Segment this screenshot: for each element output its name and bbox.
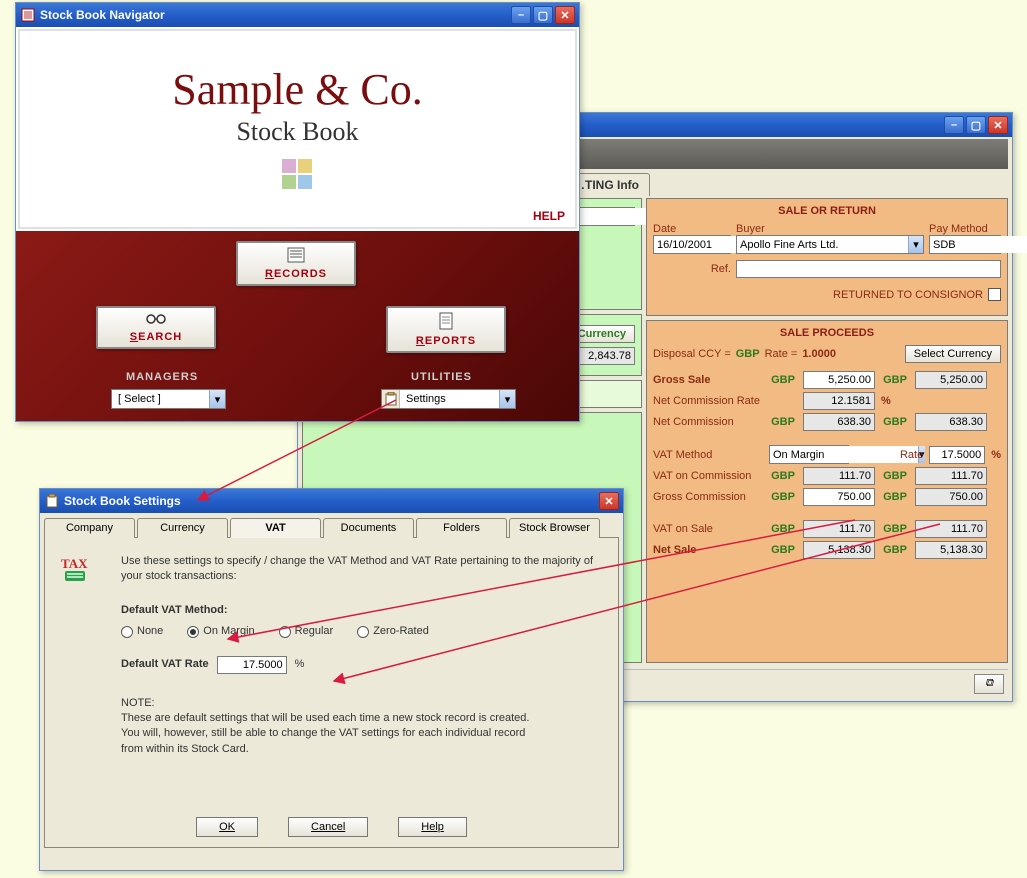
company-name: Sample & Co. — [172, 64, 423, 115]
chevron-down-icon: ▾ — [499, 390, 515, 408]
clipboard-icon — [44, 493, 60, 509]
managers-select[interactable]: [ Select ] ▾ — [111, 389, 226, 409]
note-head: NOTE: — [121, 696, 598, 711]
settings-titlebar: Stock Book Settings ✕ — [40, 489, 623, 513]
utilities-select[interactable]: Settings ▾ — [381, 389, 516, 409]
settings-window: Stock Book Settings ✕ CompanyCurrencyVAT… — [39, 488, 624, 871]
search-icon — [112, 312, 200, 329]
settings-tab-company[interactable]: Company — [44, 518, 135, 538]
puzzle-icon — [278, 155, 318, 195]
vat-method-combo[interactable]: ▾ — [769, 445, 849, 464]
nav-link-button[interactable]: ⧉ — [974, 674, 1004, 694]
search-label: SEARCH — [130, 331, 182, 343]
ref-input[interactable] — [736, 260, 1001, 278]
reports-label: REPORTS — [416, 335, 476, 347]
sale-or-return-panel: SALE OR RETURN Date ▾ Buyer ▾ Pay Method — [646, 198, 1008, 316]
proceeds-rate-label: Rate = — [765, 348, 798, 360]
utilities-selected: Settings — [400, 393, 499, 405]
proceeds-row: Gross CommissionGBPGBP — [653, 488, 1001, 506]
maximize-button[interactable]: ▢ — [533, 6, 553, 24]
search-button[interactable]: SEARCH — [96, 306, 216, 349]
banner-subtitle: Stock Book — [236, 117, 358, 147]
navigator-banner: Sample & Co. Stock Book HELP — [18, 29, 577, 229]
paymethod-label: Pay Method — [929, 223, 988, 235]
settings-tab-documents[interactable]: Documents — [323, 518, 414, 538]
buyer-label: Buyer — [736, 223, 765, 235]
vat-method-radio-zero-rated[interactable]: Zero-Rated — [357, 624, 429, 639]
vat-method-radios: None On Margin Regular Zero-Rated — [121, 624, 598, 639]
proceeds-row: Gross SaleGBPGBP — [653, 371, 1001, 389]
navigator-titlebar: Stock Book Navigator – ▢ ✕ — [16, 3, 579, 27]
settings-tabs: CompanyCurrencyVATDocumentsFoldersStock … — [44, 517, 619, 538]
proceeds-row: Net CommissionGBPGBP — [653, 413, 1001, 431]
navigator-title: Stock Book Navigator — [40, 8, 511, 22]
svg-text:TAX: TAX — [61, 556, 88, 571]
buyer-combo[interactable]: ▾ — [736, 235, 924, 254]
paymethod-combo[interactable]: ▾ — [929, 235, 1001, 254]
sale-proceeds-panel: SALE PROCEEDS Disposal CCY = GBP Rate = … — [646, 320, 1008, 663]
navigator-window: Stock Book Navigator – ▢ ✕ Sample & Co. … — [15, 2, 580, 422]
managers-selected: [ Select ] — [112, 393, 209, 405]
records-button[interactable]: RECORDS — [236, 241, 356, 286]
tax-icon: TAX — [61, 554, 95, 584]
ok-button[interactable]: OK — [196, 817, 258, 837]
returned-checkbox[interactable] — [988, 288, 1001, 301]
vat-method-radio-on-margin[interactable]: On Margin — [187, 624, 254, 639]
vat-rate-field[interactable] — [929, 446, 985, 464]
settings-intro: Use these settings to specify / change t… — [121, 555, 593, 582]
navigator-main: RECORDS SEARCH REPORTS MANAGERS [ Select… — [16, 231, 579, 421]
help-link[interactable]: HELP — [533, 209, 565, 223]
close-button[interactable]: ✕ — [988, 116, 1008, 134]
date-label: Date — [653, 223, 676, 235]
chevron-down-icon: ▾ — [209, 390, 225, 408]
records-icon — [252, 247, 340, 266]
sor-header: SALE OR RETURN — [653, 205, 1001, 217]
settings-tab-currency[interactable]: Currency — [137, 518, 228, 538]
settings-tab-content: TAX Use these settings to specify / chan… — [44, 538, 619, 848]
note-body: These are default settings that will be … — [121, 711, 541, 757]
minimize-button[interactable]: – — [944, 116, 964, 134]
navigator-app-icon — [20, 7, 36, 23]
help-button[interactable]: Help — [398, 817, 467, 837]
settings-tab-stock-browser[interactable]: Stock Browser — [509, 518, 600, 538]
settings-title: Stock Book Settings — [64, 494, 599, 508]
vat-method-radio-none[interactable]: None — [121, 624, 163, 639]
vat-rate-input[interactable] — [217, 656, 287, 674]
close-button[interactable]: ✕ — [555, 6, 575, 24]
managers-label: MANAGERS — [126, 371, 198, 383]
reports-button[interactable]: REPORTS — [386, 306, 506, 353]
select-currency-button[interactable]: Select Currency — [905, 345, 1001, 363]
records-label: RECORDS — [265, 268, 327, 280]
proceeds-rate-value: 1.0000 — [802, 348, 836, 360]
disposal-ccy-label: Disposal CCY = — [653, 348, 731, 360]
utilities-label: UTILITIES — [411, 371, 472, 383]
maximize-button[interactable]: ▢ — [966, 116, 986, 134]
cancel-button[interactable]: Cancel — [288, 817, 368, 837]
vat-rate-suffix: % — [295, 657, 305, 672]
vat-method-label: Default VAT Method: — [121, 603, 598, 618]
close-button[interactable]: ✕ — [599, 492, 619, 510]
proceeds-header: SALE PROCEEDS — [653, 327, 1001, 339]
vat-rate-label: Default VAT Rate — [121, 657, 209, 672]
proceeds-row: Net Commission Rate% — [653, 392, 1001, 410]
proceeds-row: VAT Method▾Rate% — [653, 445, 1001, 464]
date-combo[interactable]: ▾ — [653, 235, 731, 254]
clipboard-icon — [382, 390, 400, 408]
minimize-button[interactable]: – — [511, 6, 531, 24]
settings-tab-folders[interactable]: Folders — [416, 518, 507, 538]
settings-tab-vat[interactable]: VAT — [230, 518, 321, 538]
vat-method-radio-regular[interactable]: Regular — [279, 624, 334, 639]
disposal-ccy: GBP — [736, 348, 760, 360]
proceeds-row: VAT on CommissionGBPGBP — [653, 467, 1001, 485]
returned-label: RETURNED TO CONSIGNOR — [833, 289, 983, 301]
proceeds-row: VAT on SaleGBPGBP — [653, 520, 1001, 538]
proceeds-row: Net SaleGBPGBP — [653, 541, 1001, 559]
reports-icon — [402, 312, 490, 333]
ref-label: Ref. — [653, 263, 731, 275]
